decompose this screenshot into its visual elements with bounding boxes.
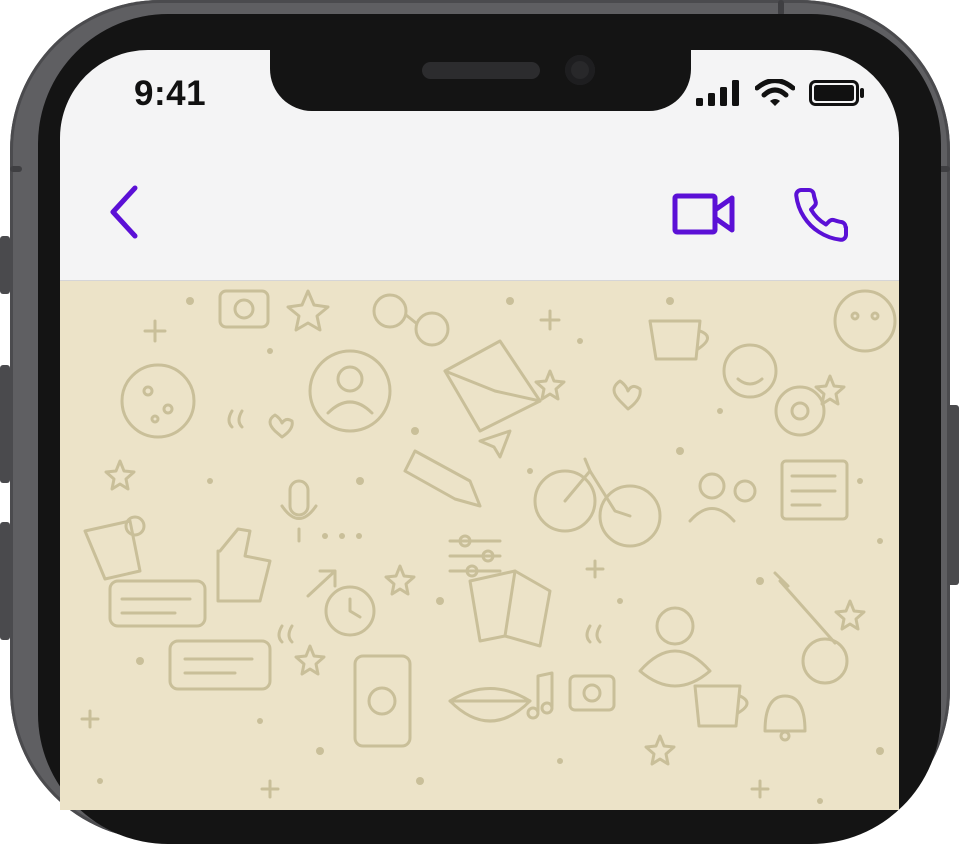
phone-icon [794, 187, 849, 242]
battery-icon [809, 80, 864, 106]
back-button[interactable] [100, 180, 146, 244]
volume-down-button [0, 522, 10, 640]
cellular-signal-icon [696, 80, 739, 106]
wifi-icon [755, 79, 795, 106]
chat-header [60, 150, 899, 281]
chat-wallpaper [60, 281, 899, 810]
silent-switch [0, 236, 10, 294]
power-button [947, 405, 959, 585]
status-time: 9:41 [134, 74, 207, 113]
status-icons [696, 78, 865, 108]
camera-notch [270, 35, 691, 111]
video-camera-icon [672, 193, 735, 235]
chevron-left-icon [110, 185, 138, 239]
antenna-line [10, 166, 22, 172]
video-call-button[interactable] [670, 188, 738, 240]
volume-up-button [0, 365, 10, 483]
phone-screen: 9:41 [60, 50, 899, 810]
voice-call-button[interactable] [788, 182, 854, 248]
front-camera [565, 55, 595, 85]
doodle-pattern [80, 289, 897, 804]
earpiece-speaker [422, 62, 540, 79]
